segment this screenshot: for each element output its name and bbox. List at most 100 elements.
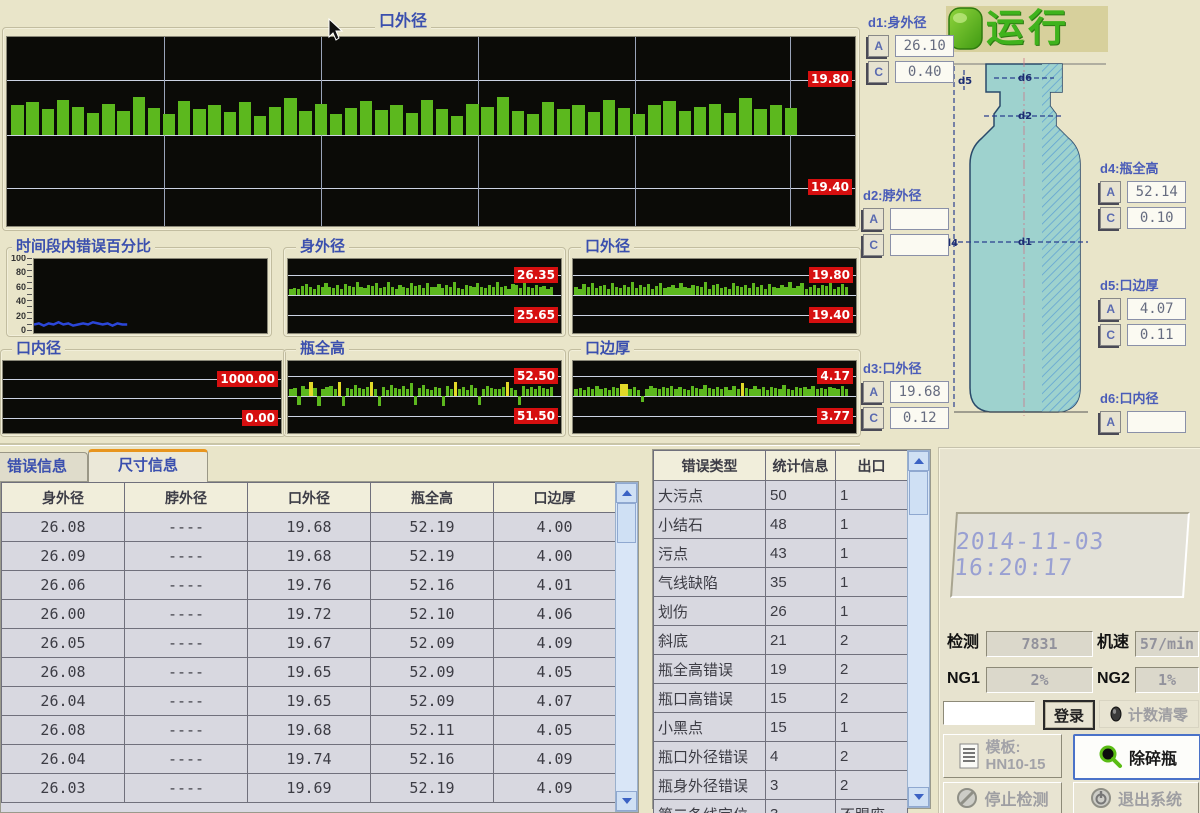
table-cell[interactable]: 1 [836, 481, 908, 510]
table-row[interactable]: 第二条线定位…3不踢废 [654, 800, 908, 813]
table-cell[interactable]: 26.03 [2, 774, 125, 803]
table-row[interactable]: 26.00----19.7252.104.06 [2, 600, 616, 629]
table-cell[interactable]: 4.07 [494, 687, 616, 716]
table-cell[interactable]: 19.69 [248, 774, 371, 803]
table-row[interactable]: 26.06----19.7652.164.01 [2, 571, 616, 600]
table-cell[interactable]: 划伤 [654, 597, 766, 626]
table-cell[interactable]: 瓶口外径错误 [654, 742, 766, 771]
table-row[interactable]: 大污点501 [654, 481, 908, 510]
table-cell[interactable]: 52.11 [371, 716, 494, 745]
table-row[interactable]: 瓶口高错误152 [654, 684, 908, 713]
table-cell[interactable]: 21 [766, 626, 836, 655]
table-row[interactable]: 小黑点151 [654, 713, 908, 742]
table-row[interactable]: 污点431 [654, 539, 908, 568]
table-cell[interactable]: ---- [125, 600, 248, 629]
table-cell[interactable]: 19 [766, 655, 836, 684]
table-row[interactable]: 小结石481 [654, 510, 908, 539]
table-cell[interactable]: 26.05 [2, 629, 125, 658]
table-cell[interactable]: 3 [766, 771, 836, 800]
table-cell[interactable]: 26.00 [2, 600, 125, 629]
table-cell[interactable]: 1 [836, 597, 908, 626]
error-table-scrollbar[interactable] [907, 450, 930, 808]
table-cell[interactable]: 1 [836, 539, 908, 568]
table-cell[interactable]: 43 [766, 539, 836, 568]
table-cell[interactable]: 19.72 [248, 600, 371, 629]
table-cell[interactable]: 4.05 [494, 716, 616, 745]
scroll-down-icon[interactable] [908, 787, 929, 807]
table-cell[interactable]: 52.09 [371, 629, 494, 658]
scroll-up-icon[interactable] [616, 483, 637, 503]
table-cell[interactable]: 2 [836, 771, 908, 800]
table-cell[interactable]: 2 [836, 626, 908, 655]
table-cell[interactable]: 斜底 [654, 626, 766, 655]
table-cell[interactable]: 26.06 [2, 571, 125, 600]
table-row[interactable]: 瓶身外径错误32 [654, 771, 908, 800]
table-row[interactable]: 26.05----19.6752.094.09 [2, 629, 616, 658]
table-row[interactable]: 26.08----19.6852.194.00 [2, 513, 616, 542]
table-cell[interactable]: 52.09 [371, 687, 494, 716]
table-cell[interactable]: ---- [125, 716, 248, 745]
table-cell[interactable]: 4 [766, 742, 836, 771]
table-cell[interactable]: ---- [125, 542, 248, 571]
table-cell[interactable]: ---- [125, 774, 248, 803]
table-cell[interactable]: 50 [766, 481, 836, 510]
table-row[interactable]: 瓶口外径错误42 [654, 742, 908, 771]
table-cell[interactable]: 26.04 [2, 745, 125, 774]
table-cell[interactable]: ---- [125, 571, 248, 600]
table-row[interactable]: 斜底212 [654, 626, 908, 655]
table-cell[interactable]: ---- [125, 513, 248, 542]
table-cell[interactable]: 52.09 [371, 658, 494, 687]
table-cell[interactable]: ---- [125, 629, 248, 658]
table-cell[interactable]: 4.09 [494, 774, 616, 803]
table-cell[interactable]: 19.68 [248, 513, 371, 542]
table-cell[interactable]: 26.08 [2, 716, 125, 745]
table-cell[interactable]: 4.00 [494, 513, 616, 542]
tab-error-info[interactable]: 错误信息 [0, 452, 88, 481]
break-bottle-button[interactable]: 除碎瓶 [1073, 734, 1200, 780]
table-row[interactable]: 26.09----19.6852.194.00 [2, 542, 616, 571]
stop-detect-button[interactable]: 停止检测 [943, 782, 1062, 813]
exit-system-button[interactable]: 退出系统 [1073, 782, 1199, 813]
login-button[interactable]: 登录 [1043, 700, 1095, 730]
table-cell[interactable]: 污点 [654, 539, 766, 568]
table-cell[interactable]: 3 [766, 800, 836, 813]
table-cell[interactable]: 19.65 [248, 687, 371, 716]
table-cell[interactable]: 26.08 [2, 513, 125, 542]
scroll-thumb[interactable] [617, 503, 636, 543]
table-row[interactable]: 26.04----19.6552.094.07 [2, 687, 616, 716]
table-cell[interactable]: 第二条线定位… [654, 800, 766, 813]
table-cell[interactable]: 15 [766, 684, 836, 713]
table-cell[interactable]: 19.76 [248, 571, 371, 600]
tab-size-info[interactable]: 尺寸信息 [88, 449, 208, 482]
table-cell[interactable]: 26 [766, 597, 836, 626]
table-cell[interactable]: 15 [766, 713, 836, 742]
table-cell[interactable]: 2 [836, 655, 908, 684]
table-cell[interactable]: 2 [836, 684, 908, 713]
scroll-down-icon[interactable] [616, 791, 637, 811]
login-input[interactable] [943, 701, 1035, 725]
table-cell[interactable]: 4.05 [494, 658, 616, 687]
table-cell[interactable]: 19.74 [248, 745, 371, 774]
table-cell[interactable]: 4.00 [494, 542, 616, 571]
table-cell[interactable]: ---- [125, 745, 248, 774]
table-row[interactable]: 26.08----19.6852.114.05 [2, 716, 616, 745]
table-row[interactable]: 瓶全高错误192 [654, 655, 908, 684]
table-cell[interactable]: 4.09 [494, 629, 616, 658]
table-cell[interactable]: 19.68 [248, 716, 371, 745]
table-cell[interactable]: 52.16 [371, 571, 494, 600]
table-cell[interactable]: 4.01 [494, 571, 616, 600]
table-cell[interactable]: ---- [125, 658, 248, 687]
table-row[interactable]: 26.03----19.6952.194.09 [2, 774, 616, 803]
scroll-thumb[interactable] [909, 471, 928, 515]
table-row[interactable]: 26.04----19.7452.164.09 [2, 745, 616, 774]
table-cell[interactable]: 1 [836, 568, 908, 597]
table-cell[interactable]: 小黑点 [654, 713, 766, 742]
size-table-scrollbar[interactable] [615, 482, 638, 812]
table-cell[interactable]: 瓶口高错误 [654, 684, 766, 713]
table-cell[interactable]: 大污点 [654, 481, 766, 510]
table-cell[interactable]: 4.09 [494, 745, 616, 774]
table-cell[interactable]: 瓶身外径错误 [654, 771, 766, 800]
table-row[interactable]: 26.08----19.6552.094.05 [2, 658, 616, 687]
reset-count-button[interactable]: 计数清零 [1099, 700, 1199, 728]
table-cell[interactable]: 26.08 [2, 658, 125, 687]
